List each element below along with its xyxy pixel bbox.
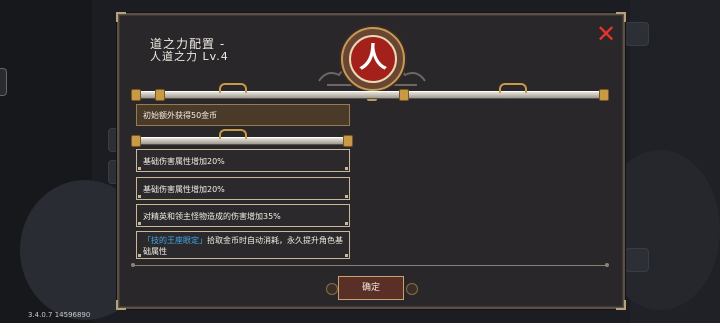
confirm-button-cap <box>326 283 338 295</box>
special-effect-highlight: 「技的王座眼定」 <box>143 236 207 245</box>
effect-item: 基础伤害属性增加20% <box>136 177 350 200</box>
emblem-character: 人 <box>349 35 397 83</box>
effect-text: 基础伤害属性增加20% <box>143 185 225 194</box>
emblem-badge: 人 <box>341 27 405 91</box>
frame-corner <box>616 12 626 22</box>
scroll-hook <box>219 83 247 93</box>
scroll-rod-cap <box>131 89 141 101</box>
divider-dot <box>605 263 609 267</box>
scroll-rod-cap <box>131 135 141 147</box>
scroll-rod-cap <box>599 89 609 101</box>
power-config-dialog: 道之力配置 - 人道之力 Lv.4 ✕ 人 初始额外获得50金币 基础伤害属性增… <box>116 12 626 310</box>
divider <box>135 265 607 266</box>
frame-corner <box>116 300 126 310</box>
close-icon[interactable]: ✕ <box>595 22 617 46</box>
scroll-rod-cap <box>343 135 353 147</box>
initial-bonus-box: 初始额外获得50金币 <box>136 104 350 126</box>
effect-item: 基础伤害属性增加20% <box>136 149 350 172</box>
effect-item: 对精英和领主怪物造成的伤害增加35% <box>136 204 350 227</box>
frame-corner <box>616 300 626 310</box>
scroll-hook <box>499 83 527 93</box>
confirm-button[interactable]: 确定 <box>338 276 404 300</box>
background-icon <box>625 22 649 46</box>
effect-text: 基础伤害属性增加20% <box>143 157 225 166</box>
side-drawer-handle[interactable] <box>0 68 7 96</box>
confirm-button-cap <box>406 283 418 295</box>
initial-bonus-text: 初始额外获得50金币 <box>143 111 218 120</box>
version-label: 3.4.0.7 14596890 <box>28 311 91 319</box>
scroll-hook <box>219 129 247 139</box>
special-effect-item: 「技的王座眼定」拾取金币时自动消耗，永久提升角色基础属性 <box>136 231 350 259</box>
scroll-rod <box>133 91 609 99</box>
scroll-rod-cap <box>399 89 409 101</box>
dialog-subtitle-level: 人道之力 Lv.4 <box>150 50 229 63</box>
effect-text: 对精英和领主怪物造成的伤害增加35% <box>143 212 281 221</box>
background-icon <box>625 248 649 272</box>
scroll-rod-cap <box>155 89 165 101</box>
frame-corner <box>116 12 126 22</box>
divider-dot <box>131 263 135 267</box>
